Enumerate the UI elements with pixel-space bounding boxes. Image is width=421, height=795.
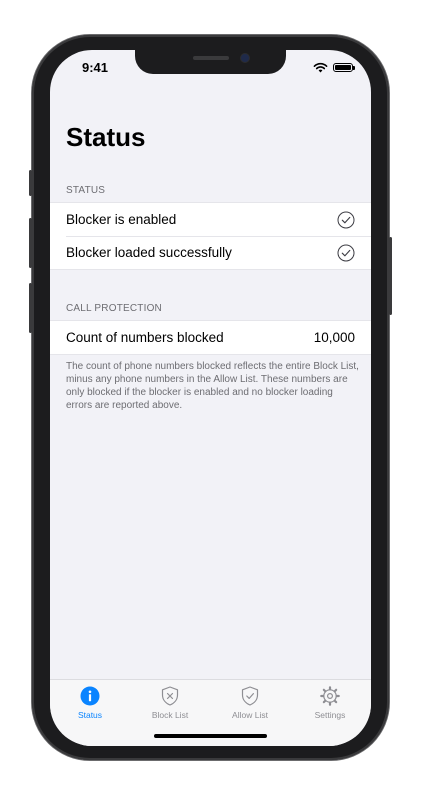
status-group: Blocker is enabled Blocker loaded succes… bbox=[50, 202, 371, 270]
checkmark-circle-icon bbox=[337, 211, 355, 228]
tab-allow-list[interactable]: Allow List bbox=[210, 685, 290, 720]
call-protection-footer: The count of phone numbers blocked refle… bbox=[66, 361, 359, 411]
tab-settings[interactable]: Settings bbox=[290, 685, 370, 720]
tab-label: Status bbox=[77, 710, 103, 720]
checkmark-circle-icon bbox=[337, 244, 355, 261]
screen: 9:41 Status STATUS Blocker is enabled Bl… bbox=[50, 50, 371, 746]
speaker-grille bbox=[193, 56, 229, 60]
row-label: Count of numbers blocked bbox=[66, 330, 224, 345]
section-header-call-protection: CALL PROTECTION bbox=[66, 303, 162, 314]
call-protection-group: Count of numbers blocked 10,000 bbox=[50, 320, 371, 355]
row-label: Blocker loaded successfully bbox=[66, 245, 232, 260]
tab-label: Allow List bbox=[232, 710, 268, 720]
list-item-count-blocked: Count of numbers blocked 10,000 bbox=[50, 321, 371, 354]
status-bar-time: 9:41 bbox=[82, 60, 109, 75]
gear-icon bbox=[320, 686, 340, 706]
blocked-count-value: 10,000 bbox=[313, 330, 355, 345]
tab-block-list[interactable]: Block List bbox=[130, 685, 210, 720]
home-indicator[interactable] bbox=[154, 734, 267, 738]
mute-switch bbox=[29, 170, 32, 196]
battery-icon bbox=[333, 63, 355, 72]
page-title: Status bbox=[66, 122, 146, 152]
shield-check-icon bbox=[241, 686, 259, 706]
section-header-status: STATUS bbox=[66, 185, 106, 196]
volume-down-button bbox=[29, 283, 32, 333]
camera-icon bbox=[241, 54, 249, 62]
list-item-blocker-enabled: Blocker is enabled bbox=[50, 203, 371, 236]
wifi-icon bbox=[313, 62, 328, 73]
volume-up-button bbox=[29, 218, 32, 268]
info-icon bbox=[80, 686, 100, 706]
tab-status[interactable]: Status bbox=[50, 685, 130, 720]
status-icons bbox=[313, 62, 355, 73]
notch bbox=[135, 50, 286, 74]
tab-label: Block List bbox=[151, 710, 189, 720]
tab-label: Settings bbox=[314, 710, 346, 720]
power-button bbox=[389, 237, 392, 315]
list-item-blocker-loaded: Blocker loaded successfully bbox=[50, 236, 371, 269]
row-label: Blocker is enabled bbox=[66, 212, 177, 227]
shield-x-icon bbox=[161, 686, 179, 706]
